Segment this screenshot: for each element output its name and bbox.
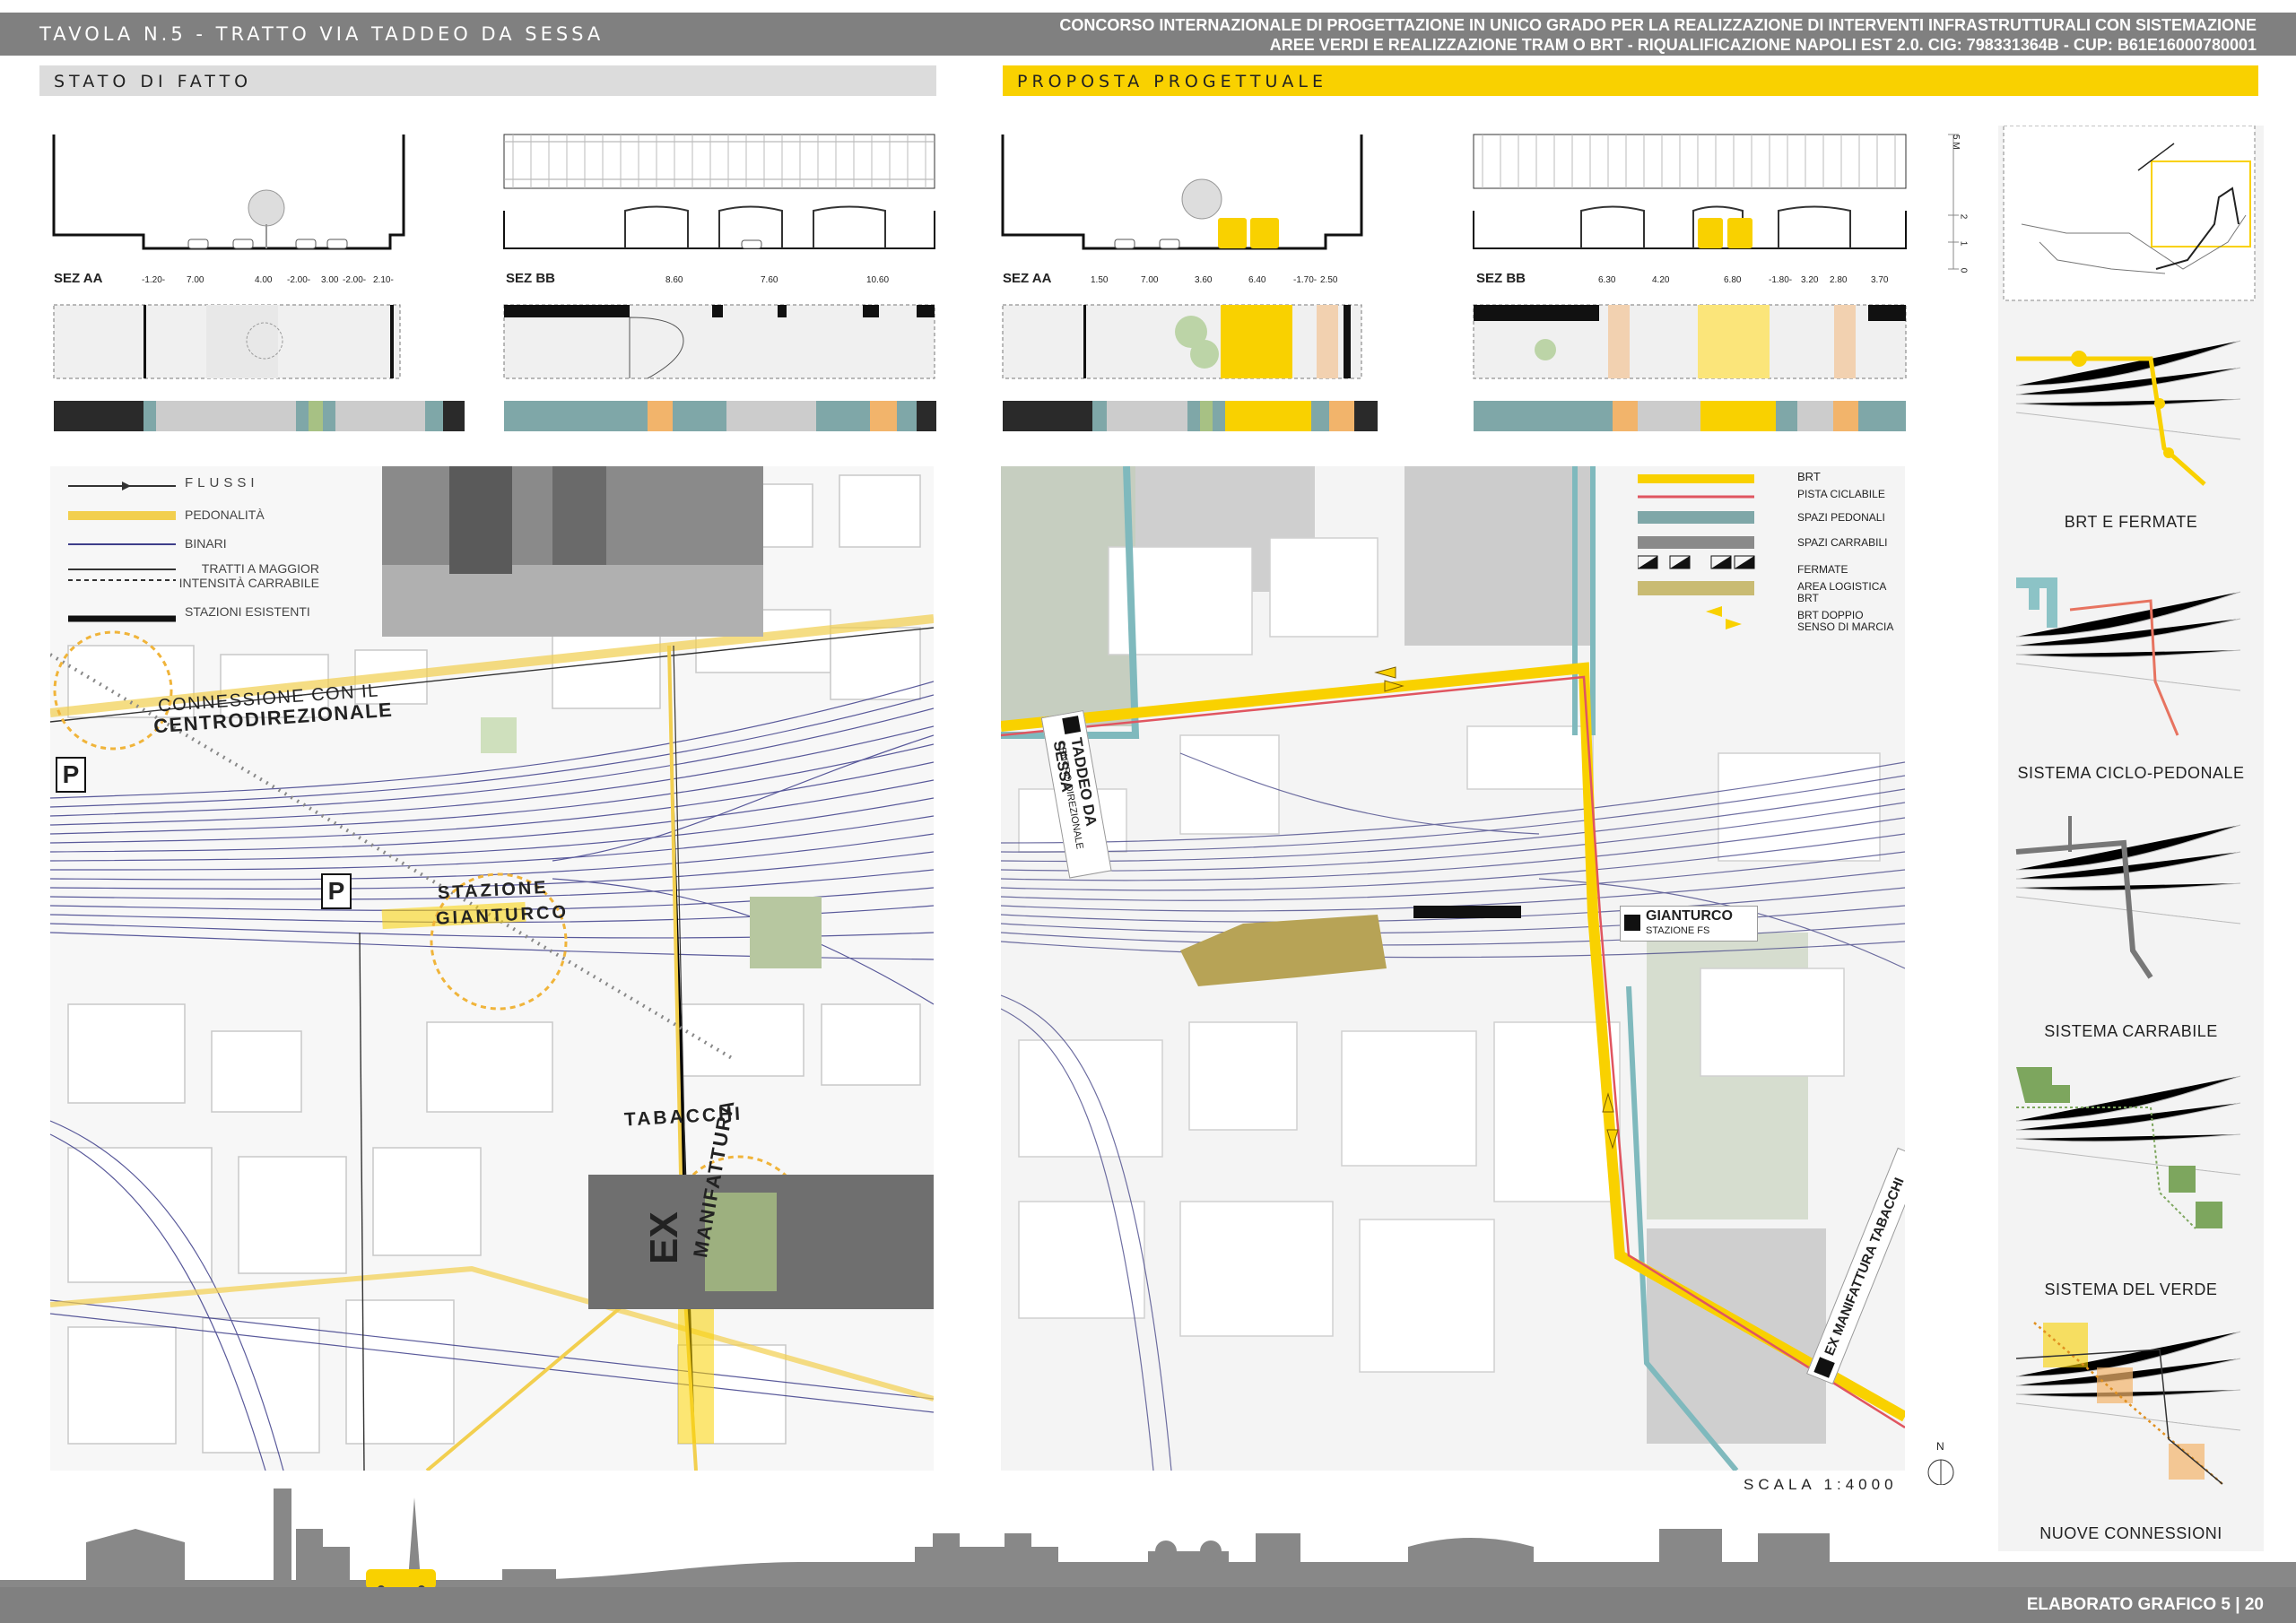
section-scale-bar (1948, 134, 1959, 270)
label-ex: EX (642, 1211, 686, 1264)
section-existing-title: STATO DI FATTO (54, 72, 253, 91)
legend-pista: PISTA CICLABILE (1797, 488, 1885, 500)
dim-e-aa-3: -2.00- (287, 275, 311, 285)
proposal-legend-symbols (1638, 474, 1755, 629)
dim-p-bb-0: 6.30 (1598, 275, 1616, 285)
proposal-color-bar-bb (1474, 401, 1906, 431)
dim-p-bb-3: -1.80- (1769, 275, 1793, 285)
dim-e-bb-1: 7.60 (761, 275, 778, 285)
existing-section-bb (503, 134, 935, 249)
dim-e-aa-5: -2.00- (343, 275, 367, 285)
proposal-section-bb (1473, 134, 1907, 249)
dim-p-bb-4: 3.20 (1801, 275, 1819, 285)
header-bar: TAVOLA N.5 - TRATTO VIA TADDEO DA SESSA … (0, 13, 2296, 56)
proposal-map-drawing (1001, 466, 1905, 1471)
dim-e-aa-0: -1.20- (142, 275, 166, 285)
legend-fermate: FERMATE (1797, 563, 1848, 576)
stop-gianturco-sub: STAZIONE FS (1646, 925, 1710, 936)
scale-1: 1 (1958, 240, 1969, 247)
legend-flussi: FLUSSI (185, 475, 259, 490)
section-proposal-bar: PROPOSTA PROGETTUALE (1003, 65, 2258, 96)
proposal-plan-aa (1002, 304, 1362, 379)
competition-line-2: AREE VERDI E REALIZZAZIONE TRAM O BRT - … (1269, 36, 2257, 54)
proposal-section-aa (1001, 135, 1363, 250)
stop-gianturco-name: GIANTURCO (1646, 908, 1733, 924)
section-existing-bar: STATO DI FATTO (39, 65, 936, 96)
sheet-title: TAVOLA N.5 - TRATTO VIA TADDEO DA SESSA (39, 23, 604, 45)
dim-p-aa-0: 1.50 (1091, 275, 1109, 285)
north-label: N (1936, 1440, 1944, 1453)
dim-e-aa-1: 7.00 (187, 275, 204, 285)
legend-area-logistica: AREA LOGISTICA BRT (1797, 580, 1886, 604)
legend-stazioni: STAZIONI ESISTENTI (185, 604, 310, 619)
stop-icon (1624, 915, 1640, 931)
legend-pedonali: SPAZI PEDONALI (1797, 511, 1885, 524)
parking-icon-2: P (321, 873, 352, 909)
legend-pedonalita: PEDONALITÀ (185, 508, 265, 522)
existing-plan-aa (53, 304, 401, 379)
legend-brt: BRT (1797, 470, 1821, 483)
dim-e-aa-6: 2.10- (373, 275, 394, 285)
existing-map: FLUSSI PEDONALITÀ BINARI TRATTI A MAGGIO… (50, 466, 934, 1471)
side-label-brt: BRT E FERMATE (2064, 513, 2198, 531)
legend-binari: BINARI (185, 536, 227, 551)
footer-bar: ELABORATO GRAFICO 5 | 20 (0, 1587, 2296, 1623)
competition-line-1: CONCORSO INTERNAZIONALE DI PROGETTAZIONE… (1059, 16, 2257, 34)
section-proposal-title: PROPOSTA PROGETTUALE (1017, 72, 1327, 91)
existing-bb-label: SEZ BB (506, 271, 556, 286)
dim-e-aa-2: 4.00 (255, 275, 273, 285)
dim-e-aa-4: 3.00 (321, 275, 339, 285)
stop-icon (1062, 716, 1082, 734)
proposal-plan-bb (1473, 304, 1907, 379)
proposal-aa-label: SEZ AA (1003, 271, 1052, 286)
scale-5m: 5 M (1951, 135, 1961, 150)
stop-gianturco: GIANTURCO STAZIONE FS (1620, 906, 1758, 942)
side-label-ciclo: SISTEMA CICLO-PEDONALE (2017, 764, 2245, 782)
existing-section-aa (52, 135, 405, 250)
dim-p-aa-3: 6.40 (1248, 275, 1266, 285)
legend-carrabili: SPAZI CARRABILI (1797, 536, 1888, 549)
dim-p-aa-5: 2.50 (1320, 275, 1338, 285)
scale-2: 2 (1958, 213, 1969, 220)
dim-p-aa-1: 7.00 (1141, 275, 1159, 285)
dim-p-aa-2: 3.60 (1195, 275, 1213, 285)
side-panel: BRT E FERMATE SISTEMA CICLO-PEDONALE SIS… (1998, 126, 2264, 1551)
competition-title: CONCORSO INTERNAZIONALE DI PROGETTAZIONE… (1059, 15, 2257, 55)
legend-tratti: TRATTI A MAGGIOR INTENSITÀ CARRABILE (178, 561, 319, 590)
side-label-carrabile: SISTEMA CARRABILE (2044, 1022, 2218, 1040)
existing-aa-label: SEZ AA (54, 271, 103, 286)
existing-color-bar-aa (54, 401, 465, 431)
dim-p-bb-5: 2.80 (1830, 275, 1848, 285)
footer-page: ELABORATO GRAFICO 5 | 20 (2026, 1595, 2264, 1614)
side-panel-diagrams (2003, 126, 2256, 1485)
skyline (0, 1488, 2296, 1592)
scale-0: 0 (1958, 267, 1969, 273)
dim-e-bb-0: 8.60 (665, 275, 683, 285)
parking-icon: P (56, 757, 86, 793)
proposal-bb-label: SEZ BB (1476, 271, 1526, 286)
dim-e-bb-2: 10.60 (866, 275, 890, 285)
dim-p-bb-2: 6.80 (1724, 275, 1742, 285)
existing-plan-bb (503, 304, 935, 379)
existing-color-bar-bb (504, 401, 936, 431)
legend-doppio-senso: BRT DOPPIO SENSO DI MARCIA (1797, 609, 1894, 633)
dim-p-bb-1: 4.20 (1652, 275, 1670, 285)
proposal-color-bar-aa (1003, 401, 1378, 431)
dim-p-bb-6: 3.70 (1871, 275, 1889, 285)
proposal-map: BRT PISTA CICLABILE SPAZI PEDONALI SPAZI… (1001, 466, 1905, 1471)
side-label-verde: SISTEMA DEL VERDE (2044, 1280, 2218, 1298)
dim-p-aa-4: -1.70- (1293, 275, 1318, 285)
stop-icon (1813, 1357, 1835, 1378)
